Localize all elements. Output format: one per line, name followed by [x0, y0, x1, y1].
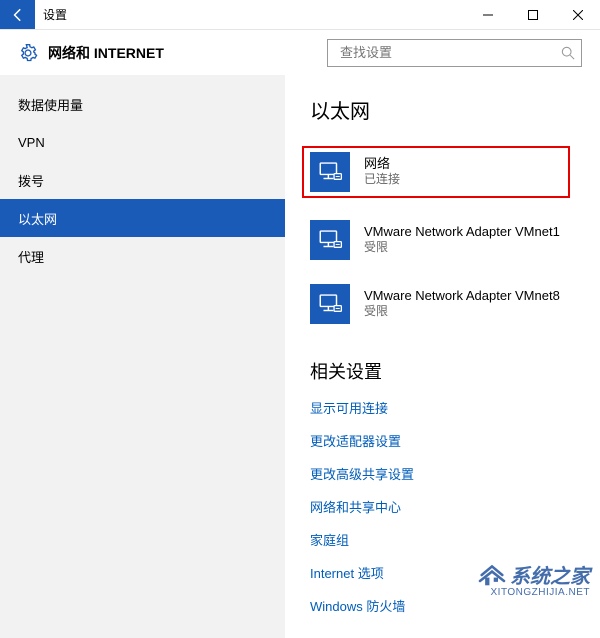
maximize-button[interactable]	[510, 0, 555, 29]
ethernet-icon	[310, 220, 350, 260]
sidebar-item[interactable]: 代理	[0, 237, 285, 275]
back-button[interactable]	[0, 0, 35, 29]
network-text: 网络已连接	[364, 156, 400, 187]
search-icon	[561, 46, 575, 60]
sidebar-item-label: 以太网	[18, 209, 57, 228]
minimize-button[interactable]	[465, 0, 510, 29]
page-body: 数据使用量VPN拨号以太网代理 以太网 网络已连接VMware Network …	[0, 75, 600, 638]
network-text: VMware Network Adapter VMnet8受限	[364, 288, 560, 319]
network-status: 受限	[364, 304, 560, 320]
page-header: 网络和 INTERNET	[0, 30, 600, 75]
search-input[interactable]	[338, 44, 561, 61]
window-title: 设置	[35, 0, 465, 29]
ethernet-icon	[310, 152, 350, 192]
network-item[interactable]: 网络已连接	[302, 146, 570, 198]
sidebar-item-label: 数据使用量	[18, 95, 83, 114]
related-link[interactable]: 更改高级共享设置	[310, 464, 590, 483]
network-name: 网络	[364, 156, 400, 172]
network-name: VMware Network Adapter VMnet1	[364, 224, 560, 240]
sidebar-item[interactable]: 以太网	[0, 199, 285, 237]
maximize-icon	[528, 10, 538, 20]
sidebar-item-label: 代理	[18, 247, 44, 266]
content: 以太网 网络已连接VMware Network Adapter VMnet1受限…	[285, 75, 600, 638]
sidebar-item-label: VPN	[18, 135, 45, 150]
network-item[interactable]: VMware Network Adapter VMnet8受限	[310, 282, 578, 326]
close-icon	[573, 10, 583, 20]
ethernet-icon	[310, 284, 350, 324]
network-status: 已连接	[364, 172, 400, 188]
related-links: 显示可用连接更改适配器设置更改高级共享设置网络和共享中心家庭组 Internet …	[310, 398, 590, 615]
sidebar-item[interactable]: 数据使用量	[0, 85, 285, 123]
related-link[interactable]: Windows 防火墙	[310, 596, 590, 615]
network-name: VMware Network Adapter VMnet8	[364, 288, 560, 304]
related-heading: 相关设置	[310, 358, 590, 384]
sidebar-item[interactable]: 拨号	[0, 161, 285, 199]
related-link[interactable]: 显示可用连接	[310, 398, 590, 417]
minimize-icon	[483, 10, 493, 20]
related-link[interactable]: 家庭组	[310, 530, 590, 549]
content-heading: 以太网	[310, 95, 590, 124]
network-status: 受限	[364, 240, 560, 256]
window-titlebar: 设置	[0, 0, 600, 30]
network-item[interactable]: VMware Network Adapter VMnet1受限	[310, 218, 578, 262]
sidebar: 数据使用量 VPN 拨号以太网代理	[0, 75, 285, 638]
related-link[interactable]: 网络和共享中心	[310, 497, 590, 516]
network-list: 网络已连接VMware Network Adapter VMnet1受限VMwa…	[310, 146, 590, 326]
network-text: VMware Network Adapter VMnet1受限	[364, 224, 560, 255]
close-button[interactable]	[555, 0, 600, 29]
window-controls	[465, 0, 600, 29]
sidebar-item-label: 拨号	[18, 171, 44, 190]
search-box[interactable]	[327, 39, 582, 67]
gear-icon	[18, 43, 38, 63]
related-link[interactable]: 更改适配器设置	[310, 431, 590, 450]
sidebar-item[interactable]: VPN	[0, 123, 285, 161]
section-title: 网络和 INTERNET	[48, 43, 317, 63]
related-link[interactable]: Internet 选项	[310, 563, 590, 582]
arrow-left-icon	[11, 8, 25, 22]
